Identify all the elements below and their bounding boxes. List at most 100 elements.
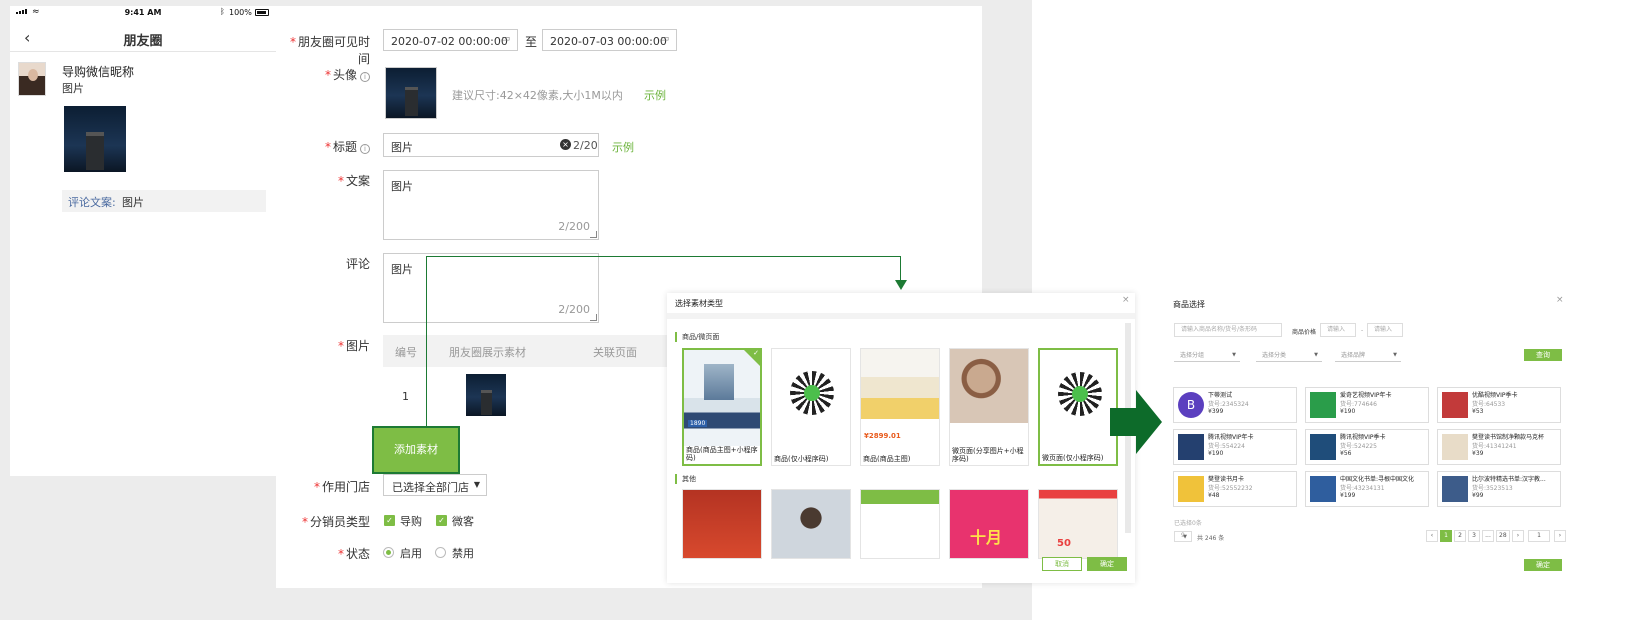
avatar-label: * 头像 i bbox=[280, 66, 370, 83]
page-button[interactable]: 1 bbox=[1440, 530, 1452, 542]
page-button[interactable]: 3 bbox=[1468, 530, 1480, 542]
page-button[interactable]: 28 bbox=[1496, 530, 1510, 542]
category-select-value: 选择分类 bbox=[1262, 352, 1287, 359]
product-price: ¥399 bbox=[1208, 408, 1224, 415]
brand-select[interactable]: 选择品牌 ▼ bbox=[1335, 350, 1401, 362]
product-search-input[interactable]: 请输入商品名称/货号/条形码 bbox=[1174, 323, 1282, 337]
product-card[interactable]: 腾讯视频VIP年卡 货号:554224 ¥190 bbox=[1173, 429, 1297, 465]
material-card[interactable]: 50 bbox=[1038, 489, 1118, 559]
material-thumbnail[interactable] bbox=[466, 374, 506, 416]
product-card[interactable]: 腾讯视频VIP季卡 货号:524225 ¥56 bbox=[1305, 429, 1429, 465]
product-confirm-button[interactable]: 确定 bbox=[1524, 559, 1562, 571]
guide-checkbox[interactable]: ✓ bbox=[384, 515, 395, 526]
disable-option-label: 禁用 bbox=[452, 547, 474, 560]
close-icon[interactable]: × bbox=[1556, 295, 1564, 305]
copy-textarea[interactable]: 图片 2/200 bbox=[383, 170, 599, 240]
query-button[interactable]: 查询 bbox=[1524, 349, 1562, 361]
group-select[interactable]: 选择分组 ▼ bbox=[1174, 350, 1240, 362]
product-image bbox=[1178, 434, 1204, 460]
page-jump-input[interactable]: 1 bbox=[1528, 530, 1550, 542]
card-image bbox=[861, 490, 939, 558]
material-card[interactable]: ¥2899.01 商品(商品主图) bbox=[860, 348, 940, 466]
cancel-button[interactable]: 取消 bbox=[1042, 557, 1082, 571]
price-label: 商品价格 bbox=[1292, 329, 1317, 336]
visible-time-label: * 朋友圈可见时间 bbox=[289, 35, 370, 66]
category-select[interactable]: 选择分类 ▼ bbox=[1256, 350, 1322, 362]
next-page-button[interactable]: › bbox=[1512, 530, 1524, 542]
product-card[interactable]: 爱奇艺视频VIP年卡 货号:774646 ¥190 bbox=[1305, 387, 1429, 423]
resize-handle[interactable] bbox=[590, 231, 597, 238]
selected-count: 已选择0条 bbox=[1174, 520, 1202, 527]
page-button[interactable]: 2 bbox=[1454, 530, 1466, 542]
product-price: ¥48 bbox=[1208, 492, 1220, 499]
avatar-example-link[interactable]: 示例 bbox=[644, 87, 666, 103]
comment-textarea[interactable]: 图片 2/200 bbox=[383, 253, 599, 323]
card-image bbox=[704, 364, 734, 400]
prev-page-button[interactable]: ‹ bbox=[1426, 530, 1438, 542]
material-card[interactable] bbox=[682, 489, 762, 559]
phone-preview: ≈ 9:41 AM ᛒ 100% ‹ 朋友圈 导购微信昵称 图片 评论文案: 图… bbox=[10, 6, 276, 476]
disable-radio[interactable] bbox=[435, 547, 446, 558]
clear-icon[interactable]: × bbox=[560, 139, 571, 150]
enable-radio[interactable] bbox=[383, 547, 394, 558]
confirm-button[interactable]: 确定 bbox=[1087, 557, 1127, 571]
post-nickname: 导购微信昵称 bbox=[62, 65, 135, 79]
product-name: 优酷视频VIP季卡 bbox=[1472, 392, 1518, 399]
jump-button[interactable]: › bbox=[1554, 530, 1566, 542]
resize-handle[interactable] bbox=[590, 314, 597, 321]
card-poster-text: 十月 bbox=[970, 528, 1003, 547]
avatar-upload[interactable] bbox=[385, 67, 437, 119]
store-select[interactable]: 已选择全部门店 ▼ bbox=[383, 474, 487, 496]
product-name: 中国文化书单:寻根中国文化 bbox=[1340, 476, 1415, 483]
product-card[interactable]: 中国文化书单:寻根中国文化 货号:43234131 ¥199 bbox=[1305, 471, 1429, 507]
help-icon[interactable]: i bbox=[360, 144, 370, 154]
date-separator: 至 bbox=[525, 35, 538, 49]
product-price: ¥190 bbox=[1208, 450, 1224, 457]
weike-checkbox[interactable]: ✓ bbox=[436, 515, 447, 526]
material-card[interactable] bbox=[771, 489, 851, 559]
end-date-picker[interactable]: 2020-07-03 00:00:00 ▭ bbox=[542, 29, 677, 51]
caret-down-icon: ▼ bbox=[1393, 352, 1397, 358]
material-card[interactable]: 1890 ✓ 商品(商品主图+小程序码) bbox=[682, 348, 762, 466]
calendar-icon: ▭ bbox=[660, 34, 669, 44]
product-name: 爱奇艺视频VIP年卡 bbox=[1340, 392, 1392, 399]
product-card[interactable]: 樊登读书月卡 货号:52552232 ¥48 bbox=[1173, 471, 1297, 507]
battery-icon bbox=[255, 9, 269, 16]
dialog-divider bbox=[667, 313, 1135, 319]
help-icon[interactable]: i bbox=[360, 72, 370, 82]
page-ellipsis: ... bbox=[1482, 530, 1494, 542]
material-card[interactable]: 十月 bbox=[949, 489, 1029, 559]
close-icon[interactable]: × bbox=[1122, 295, 1130, 305]
avatar-hint: 建议尺寸:42×42像素,大小1M以内 bbox=[452, 89, 623, 102]
price-max-input[interactable]: 请输入 bbox=[1367, 323, 1403, 337]
add-material-button[interactable]: 添加素材 bbox=[372, 426, 460, 474]
start-date-value: 2020-07-02 00:00:00 bbox=[391, 35, 508, 48]
copy-value: 图片 bbox=[391, 180, 413, 193]
section-title-other: 其他 bbox=[675, 474, 696, 484]
material-card[interactable]: 微页面(仅小程序码) bbox=[1038, 348, 1118, 466]
product-code: 货号:52552232 bbox=[1208, 485, 1253, 492]
product-card[interactable]: 比尔波特精选书单:汉字教... 货号:3523513 ¥99 bbox=[1437, 471, 1561, 507]
title-example-link[interactable]: 示例 bbox=[612, 139, 634, 155]
product-card[interactable]: B 下蒂测试 货号:2345324 ¥399 bbox=[1173, 387, 1297, 423]
price-separator: - bbox=[1361, 327, 1364, 334]
comment-label: 评论 bbox=[345, 257, 370, 271]
product-image bbox=[1310, 476, 1336, 502]
card-image bbox=[950, 349, 1028, 423]
product-name: 比尔波特精选书单:汉字教... bbox=[1472, 476, 1546, 483]
page-size-select[interactable]: 9 ▼ bbox=[1174, 531, 1192, 542]
material-card[interactable]: 商品(仅小程序码) bbox=[771, 348, 851, 466]
product-card[interactable]: 优酷视频VIP季卡 货号:64533 ¥53 bbox=[1437, 387, 1561, 423]
caret-down-icon: ▼ bbox=[1183, 534, 1187, 540]
title-input[interactable]: 图片 × 2/20 bbox=[383, 133, 599, 157]
product-code: 货号:43234131 bbox=[1340, 485, 1385, 492]
start-date-picker[interactable]: 2020-07-02 00:00:00 ▭ bbox=[383, 29, 518, 51]
material-card[interactable] bbox=[860, 489, 940, 559]
material-card[interactable]: 微页面(分享图片+小程序码) bbox=[949, 348, 1029, 466]
card-caption: 商品(仅小程序码) bbox=[774, 455, 829, 463]
product-card[interactable]: 樊登读书馆制净颗款马克杯 货号:41341241 ¥39 bbox=[1437, 429, 1561, 465]
price-min-input[interactable]: 请输入 bbox=[1320, 323, 1356, 337]
total-count: 共 246 条 bbox=[1197, 535, 1225, 542]
connector-line bbox=[426, 256, 901, 257]
card-caption: 微页面(仅小程序码) bbox=[1042, 454, 1104, 462]
